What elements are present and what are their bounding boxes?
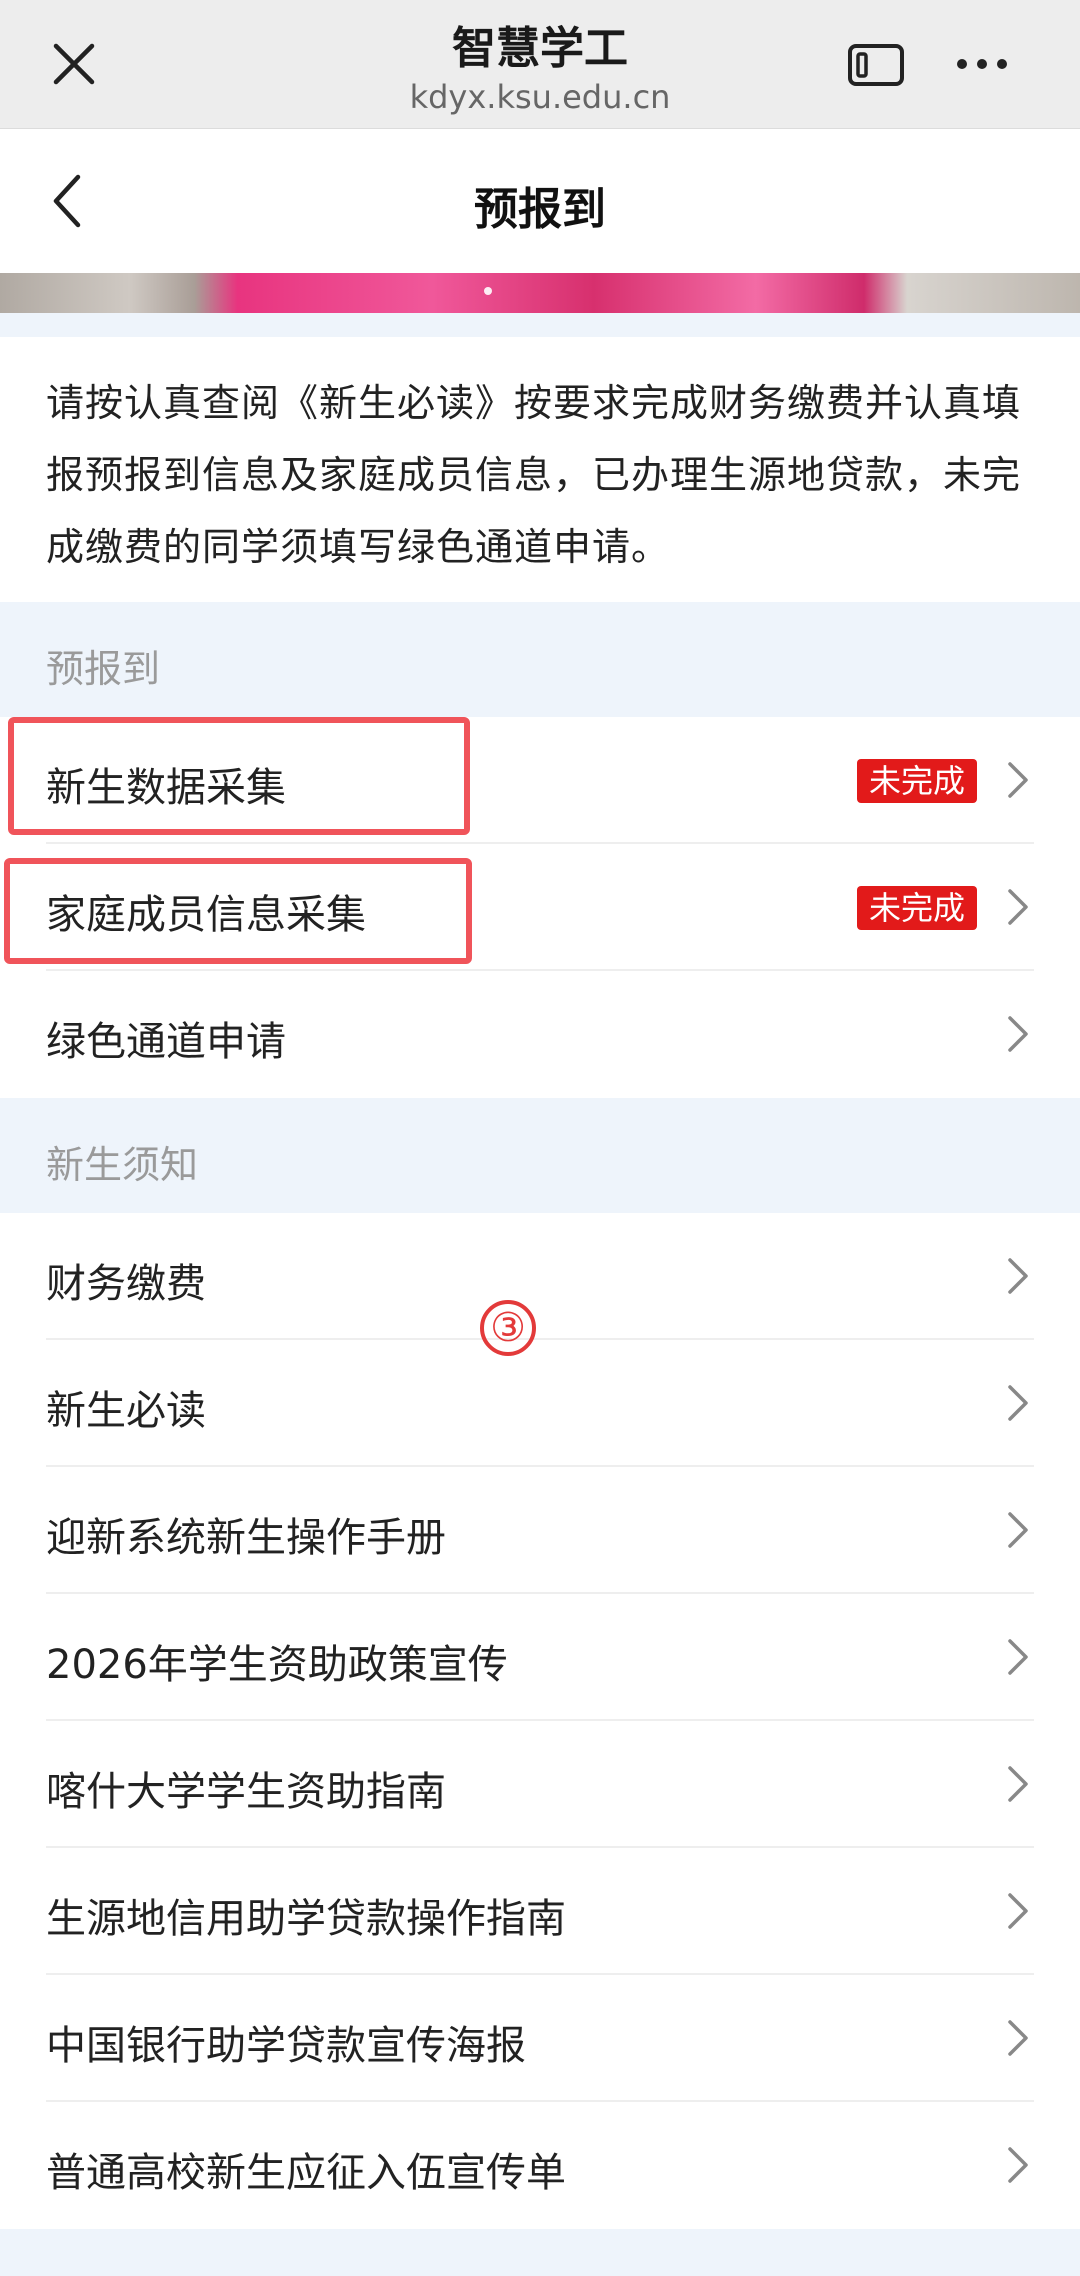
chevron-right-icon: [1008, 762, 1028, 798]
carousel-indicator: [484, 287, 492, 295]
list-item-label: 喀什大学学生资助指南: [46, 1769, 446, 1815]
list-item-label: 中国银行助学贷款宣传海报: [46, 2023, 526, 2069]
list-item-operation-manual[interactable]: 迎新系统新生操作手册: [0, 1467, 1080, 1594]
step-marker: ③: [480, 1300, 536, 1356]
section-header-pre-registration: 预报到: [0, 602, 1080, 717]
status-badge: 未完成: [856, 759, 977, 803]
banner-image: [0, 273, 1080, 313]
chevron-right-icon: [1008, 1258, 1028, 1294]
chevron-right-icon: [1008, 2147, 1028, 2183]
list-item-aid-policy[interactable]: 2026年学生资助政策宣传: [0, 1594, 1080, 1721]
list-item-label: 生源地信用助学贷款操作指南: [46, 1896, 566, 1942]
list-item-label: 普通高校新生应征入伍宣传单: [46, 2150, 566, 2196]
list-item-green-channel[interactable]: 绿色通道申请: [0, 971, 1080, 1098]
list-item-label: 2026年学生资助政策宣传: [46, 1642, 508, 1688]
section-title: 预报到: [46, 647, 161, 691]
status-badge: 未完成: [856, 886, 977, 930]
list-item-label: 财务缴费: [46, 1261, 206, 1307]
chevron-right-icon: [1008, 889, 1028, 925]
section-header-freshman-notice: 新生须知: [0, 1098, 1080, 1213]
list-item-label: 迎新系统新生操作手册: [46, 1515, 446, 1561]
list-item-finance-payment[interactable]: 财务缴费: [0, 1213, 1080, 1340]
notice-panel: 请按认真查阅《新生必读》按要求完成财务缴费并认真填报预报到信息及家庭成员信息，已…: [0, 337, 1080, 602]
chevron-right-icon: [1008, 1512, 1028, 1548]
browser-top-bar: 智慧学工 kdyx.ksu.edu.cn: [0, 0, 1080, 129]
highlight-box-family-info: [4, 858, 472, 964]
list-item-aid-guide[interactable]: 喀什大学学生资助指南: [0, 1721, 1080, 1848]
list-item-enlistment-flyer[interactable]: 普通高校新生应征入伍宣传单: [0, 2102, 1080, 2229]
chevron-right-icon: [1008, 1385, 1028, 1421]
browser-page-title: 智慧学工: [452, 23, 628, 74]
chevron-right-icon: [1008, 2020, 1028, 2056]
list-item-label: 绿色通道申请: [46, 1019, 286, 1065]
chevron-right-icon: [1008, 1639, 1028, 1675]
more-icon[interactable]: [952, 44, 1012, 84]
list-item-freshman-guide[interactable]: 新生必读: [0, 1340, 1080, 1467]
list-item-loan-guide[interactable]: 生源地信用助学贷款操作指南: [0, 1848, 1080, 1975]
page-title: 预报到: [474, 184, 606, 235]
chevron-right-icon: [1008, 1766, 1028, 1802]
bottom-spacer: [0, 2232, 1080, 2276]
list-item-label: 新生必读: [46, 1388, 206, 1434]
page-header: 预报到: [0, 129, 1080, 273]
section-title: 新生须知: [46, 1143, 199, 1187]
freshman-notice-list: 财务缴费 新生必读 迎新系统新生操作手册 2026年学生资助政策宣传 喀什大学学…: [0, 1213, 1080, 2229]
chevron-right-icon: [1008, 1893, 1028, 1929]
highlight-box-student-data: [8, 717, 470, 835]
notice-text: 请按认真查阅《新生必读》按要求完成财务缴费并认真填报预报到信息及家庭成员信息，已…: [46, 381, 1022, 569]
browser-url: kdyx.ksu.edu.cn: [409, 78, 671, 116]
list-item-boc-poster[interactable]: 中国银行助学贷款宣传海报: [0, 1975, 1080, 2102]
chevron-right-icon: [1008, 1016, 1028, 1052]
window-mode-icon[interactable]: [846, 40, 906, 90]
